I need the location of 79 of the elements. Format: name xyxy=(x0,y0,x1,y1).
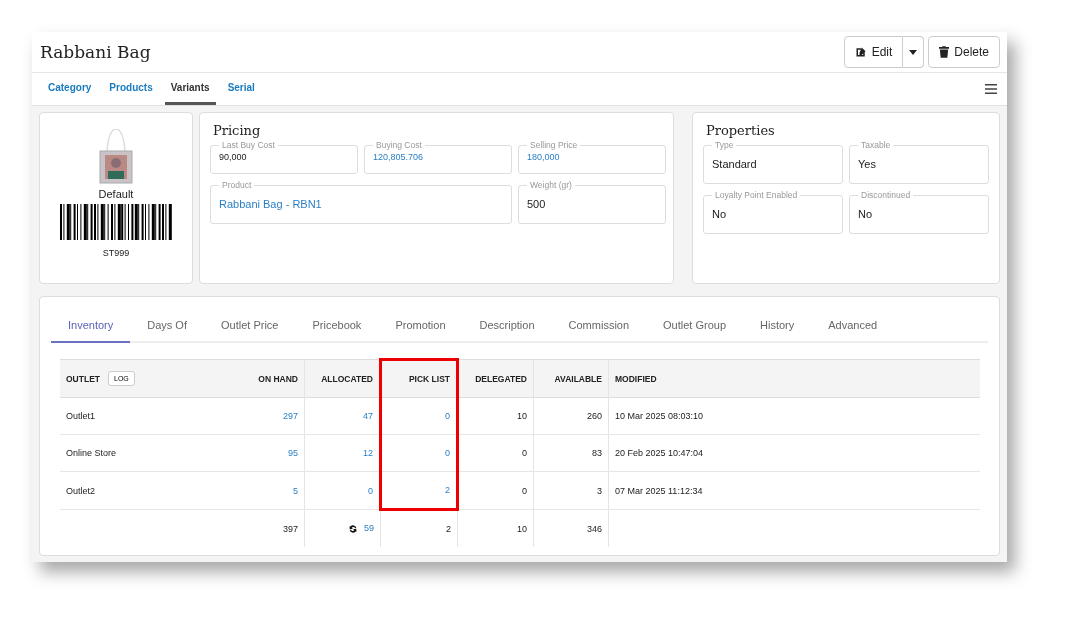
edit-icon xyxy=(854,46,867,59)
field-value: Standard xyxy=(712,158,758,170)
total-cell: 397 xyxy=(232,509,305,547)
field-label: Type xyxy=(714,140,735,150)
table-cell: 0 xyxy=(457,471,534,510)
table-cell: 20 Feb 2025 10:47:04 xyxy=(608,434,980,472)
nav-tab[interactable]: Products xyxy=(103,73,159,105)
total-cell[interactable]: 59 xyxy=(304,509,381,547)
table-cell: 260 xyxy=(533,397,609,435)
column-header: AVAILABLE xyxy=(533,359,609,398)
nav-tab[interactable]: Serial xyxy=(221,73,261,105)
section-title: Properties xyxy=(706,123,776,138)
table-cell[interactable]: 297 xyxy=(232,397,305,435)
page-title: Rabbani Bag xyxy=(40,42,151,63)
table-cell[interactable]: 95 xyxy=(232,434,305,472)
field-value: No xyxy=(858,208,874,220)
column-header: MODIFIED xyxy=(608,359,980,398)
table-cell: 3 xyxy=(533,471,609,510)
section-title: Pricing xyxy=(213,123,262,138)
total-cell: 10 xyxy=(457,509,534,547)
table-cell: 10 Mar 2025 08:03:10 xyxy=(608,397,980,435)
caret-icon xyxy=(909,49,918,55)
field-value: 500 xyxy=(527,198,547,210)
total-cell: 2 xyxy=(380,509,458,547)
field-label: Product xyxy=(221,180,253,190)
field-value: 120,805.706 xyxy=(373,152,425,162)
total-cell: 346 xyxy=(533,509,609,547)
table-cell: 07 Mar 2025 11:12:34 xyxy=(608,471,980,510)
table-cell: 0 xyxy=(457,434,534,472)
refresh-icon[interactable] xyxy=(348,523,358,534)
detail-tab[interactable]: Promotion xyxy=(378,311,463,343)
delete-button[interactable]: Delete xyxy=(928,36,1000,69)
dropdown-button[interactable] xyxy=(903,36,925,69)
table-cell[interactable]: 12 xyxy=(304,434,381,472)
table-cell[interactable]: 0 xyxy=(380,397,458,435)
field-label: Last Buy Cost xyxy=(221,140,276,150)
table-cell[interactable]: 5 xyxy=(232,471,305,510)
nav-tab[interactable]: Variants xyxy=(164,73,216,105)
outlet-label: OUTLET xyxy=(66,373,100,384)
column-header: PICK LIST xyxy=(380,359,458,398)
table-cell[interactable]: 0 xyxy=(304,471,381,510)
column-header: ALLOCATED xyxy=(304,359,381,398)
field-label: Discontinued xyxy=(860,190,912,200)
detail-tab[interactable]: Advanced xyxy=(811,311,895,343)
field-label: Taxable xyxy=(860,140,892,150)
field-value: Rabbani Bag - RBN1 xyxy=(219,198,323,210)
detail-tab[interactable]: Outlet Group xyxy=(646,311,744,343)
column-header: DELEGATED xyxy=(457,359,534,398)
edit-button[interactable]: Edit xyxy=(843,36,904,69)
field-value: Yes xyxy=(858,158,877,170)
detail-tab[interactable]: Commission xyxy=(551,311,647,343)
detail-tab[interactable]: Description xyxy=(462,311,552,343)
nav-tab[interactable]: Category xyxy=(42,73,98,105)
table-cell: Online Store xyxy=(60,434,232,472)
field-label: Buying Cost xyxy=(375,140,423,150)
field-label: Weight (gr) xyxy=(529,180,573,190)
table-cell: 10 xyxy=(457,397,534,435)
detail-tab[interactable]: History xyxy=(743,311,812,343)
field-value: 180,000 xyxy=(527,152,561,162)
table-cell: Outlet1 xyxy=(60,397,232,435)
variant-code: ST999 xyxy=(102,248,130,258)
field-value: 90,000 xyxy=(219,152,248,162)
table-cell: 83 xyxy=(533,434,609,472)
detail-tab[interactable]: Outlet Price xyxy=(204,311,296,343)
tote-bag-photo xyxy=(99,129,133,185)
detail-tab[interactable]: Inventory xyxy=(51,311,131,343)
column-header: ON HAND xyxy=(232,359,305,398)
variant-name: Default xyxy=(98,188,134,200)
menu-icon[interactable] xyxy=(985,84,997,95)
table-cell[interactable]: 2 xyxy=(380,471,458,510)
table-cell: Outlet2 xyxy=(60,471,232,510)
detail-tab[interactable]: Pricebook xyxy=(295,311,379,343)
trash-icon xyxy=(939,46,950,59)
field-value: No xyxy=(712,208,728,220)
field-label: Selling Price xyxy=(529,140,579,150)
table-cell[interactable]: 0 xyxy=(380,434,458,472)
table-cell[interactable]: 47 xyxy=(304,397,381,435)
detail-tab[interactable]: Days Of xyxy=(130,311,204,343)
field-label: Loyalty Point Enabled xyxy=(714,190,799,200)
